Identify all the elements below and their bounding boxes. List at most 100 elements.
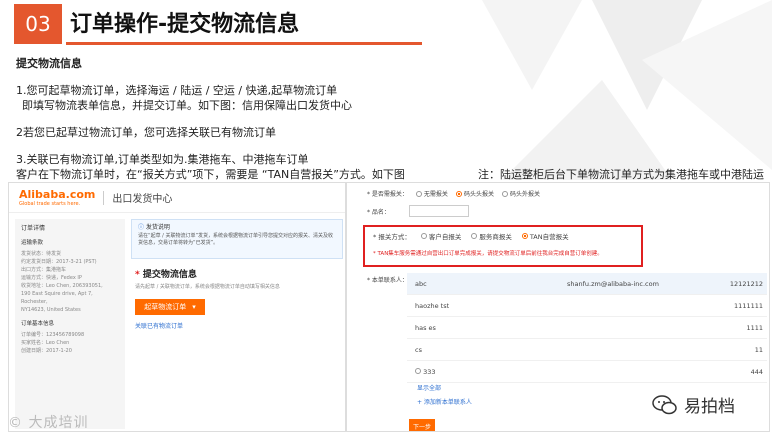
paragraph-3-line-a: 3.关联已有物流订单,订单类型如为.集港拖车、中港拖车订单 [16, 153, 309, 166]
alibaba-header: Alibaba.com Global trade starts here. 出口… [9, 183, 345, 213]
contact-label: * 本单联系人： [367, 277, 408, 284]
contact-name: haozhe tst [415, 301, 450, 310]
contact-name: cs [415, 345, 422, 354]
sidebar-title: 订单详情 [21, 225, 46, 232]
contact-name: has es [415, 323, 436, 332]
add-contact-link[interactable]: + 添加新本单联系人 [417, 397, 472, 406]
radio-self-customs[interactable]: 客户自报关 [420, 231, 462, 241]
order-detail-sidebar: 订单详情 运输条款 发货状态：待发货 约定发货日期：2017-3-21 (PST… [15, 219, 125, 429]
left-screenshot: Alibaba.com Global trade starts here. 出口… [8, 182, 346, 432]
radio-provider-customs[interactable]: 服务商报关 [471, 231, 512, 241]
sidebar-item: 买家姓名：Leo Chen [21, 340, 70, 346]
info-icon: ⓘ [138, 224, 146, 231]
customs-need-label: * 是否需报关： [367, 191, 408, 198]
radio-label: 客户自报关 [428, 233, 462, 241]
brand-text: 易拍档 [684, 397, 735, 417]
submit-title-text: 提交物流信息 [142, 270, 197, 280]
radio-icon [415, 190, 422, 197]
radio-label: 码头头报关 [463, 191, 494, 198]
note-text: 注：陆运整柜后台下单物流订单方式为集港拖车或中港陆运 [478, 168, 764, 181]
notice-title-text: 发货说明 [145, 224, 170, 231]
contact-phone: 1111 [746, 323, 763, 332]
paragraph-3-line-b-row: 客户在下物流订单时，在“报关方式”项下，需要是 “TAN自营报关”方式。如下图 … [16, 167, 764, 182]
product-name-label: * 品名： [367, 209, 390, 216]
next-step-button[interactable]: 下一步 [409, 419, 435, 431]
radio-selected-icon [521, 233, 528, 239]
notice-body: 请在“起草 / 关联物流订单”发货，系统会根据物流订单引导您提交对应的报关、清关… [138, 233, 334, 246]
paragraph-3: 3.关联已有物流订单,订单类型如为.集港拖车、中港拖车订单 客户在下物流订单时，… [16, 152, 772, 182]
tan-warning: * TAN集车服务需通过自营出口订单完成报关，请提交物流订单后前往我台完成自营订… [373, 251, 603, 257]
submit-title: * 提交物流信息 [135, 270, 197, 280]
product-name-input[interactable] [409, 205, 469, 217]
contact-phone: 12121212 [729, 279, 763, 288]
show-all-link[interactable]: 显示全部 [417, 383, 441, 392]
contact-name: 333 [423, 367, 436, 376]
customs-method-row: * 报关方式： 客户自报关 服务商报关 TAN自营报关 [373, 231, 633, 241]
section-subtitle: 提交物流信息 [16, 57, 82, 70]
radio-no-customs[interactable]: 无需报关 [415, 189, 448, 198]
radio-outside-customs[interactable]: 码头外报关 [501, 189, 540, 198]
contact-phone: 444 [750, 367, 763, 376]
sidebar-section-shipping: 运输条款 [21, 240, 44, 246]
logo-text: Alibaba.com [19, 188, 96, 201]
contact-row[interactable]: cs 11 [407, 339, 767, 361]
sidebar-item: 创建日期：2017-1-20 [21, 348, 72, 354]
slide-title: 订单操作-提交物流信息 [70, 12, 300, 37]
radio-icon [471, 233, 478, 239]
sidebar-item: 运输方式：快递，Fedex IP [21, 275, 82, 281]
draft-button-label: 起草物流订单 [144, 303, 187, 311]
radio-icon [420, 233, 427, 239]
radio-label: 码头外报关 [509, 191, 540, 198]
sidebar-item: 190 East Squire drive, Apt 7, Rochester, [21, 291, 93, 305]
contact-row[interactable]: 333 444 [407, 361, 767, 383]
radio-tan-customs[interactable]: TAN自营报关 [521, 231, 569, 241]
paragraph-1-line-a: 1.您可起草物流订单，选择海运 / 陆运 / 空运 / 快递,起草物流订单 [16, 84, 338, 97]
contact-name: abc [415, 279, 427, 288]
contact-row[interactable]: haozhe tst 1111111 [407, 295, 767, 317]
chevron-down-icon: ▾ [192, 303, 196, 311]
sidebar-item: 订单编号：123456789098 [21, 332, 85, 338]
watermark: © 大成培训 [8, 412, 88, 432]
paragraph-1-line-b: 即填写物流表单信息，并提交订单。如下图：信用保障出口发货中心 [22, 99, 352, 112]
contact-row[interactable]: abc shanfu.zm@alibaba-inc.com 12121212 [407, 273, 767, 295]
contact-row[interactable]: has es 1111 [407, 317, 767, 339]
radio-dock-customs[interactable]: 码头头报关 [455, 189, 494, 198]
radio-icon [415, 367, 421, 374]
contact-list: abc shanfu.zm@alibaba-inc.com 12121212 hao… [407, 273, 767, 383]
notice-title: ⓘ 发货说明 [138, 224, 336, 231]
brand-watermark: 易拍档 [652, 392, 735, 417]
draft-logistics-order-button[interactable]: 起草物流订单 ▾ [135, 299, 205, 315]
sidebar-item: 出口方式：集港拖车 [21, 267, 67, 273]
sidebar-item: 收货地址：Leo Chen, 206393051, [21, 283, 103, 289]
wechat-icon [652, 394, 677, 414]
contact-phone: 1111111 [734, 301, 763, 310]
radio-label: 服务商报关 [479, 233, 512, 241]
radio-label: TAN自营报关 [529, 233, 569, 241]
customs-need-row: * 是否需报关： 无需报关 码头头报关 码头外报关 [367, 189, 540, 198]
slide-number: 03 [14, 4, 62, 44]
contact-name-with-radio: 333 [407, 367, 567, 376]
center-title: 出口发货中心 [112, 194, 173, 205]
intro-text: 提交物流信息 1.您可起草物流订单，选择海运 / 陆运 / 空运 / 快递,起草… [16, 56, 772, 194]
paragraph-2: 2若您已起草过物流订单，您可选择关联已有物流订单 [16, 126, 276, 139]
shipping-notice: ⓘ 发货说明 请在“起草 / 关联物流订单”发货，系统会根据物流订单引导您提交对… [131, 219, 343, 259]
customs-method-highlight: * 报关方式： 客户自报关 服务商报关 TAN自营报关 * TAN集车服务需通过… [363, 225, 643, 267]
sidebar-item: 约定发货日期：2017-3-21 (PST) [21, 259, 97, 265]
link-existing-order-link[interactable]: 关联已有物流订单 [135, 321, 343, 330]
customs-method-label: * 报关方式： [373, 233, 411, 241]
header-divider [103, 190, 105, 205]
submit-logistics-section: * 提交物流信息 请先起草 / 关联物流订单，系统会根据物流订单自动填写相关信息… [131, 267, 343, 330]
main-content: ⓘ 发货说明 请在“起草 / 关联物流订单”发货，系统会根据物流订单引导您提交对… [131, 219, 343, 330]
paragraph-1: 1.您可起草物流订单，选择海运 / 陆运 / 空运 / 快递,起草物流订单 即填… [16, 83, 772, 113]
alibaba-logo[interactable]: Alibaba.com Global trade starts here. [19, 188, 95, 207]
submit-description: 请先起草 / 关联物流订单，系统会根据物流订单自动填写相关信息 [135, 284, 280, 290]
radio-icon [501, 190, 508, 197]
sidebar-item: 发货状态：待发货 [21, 251, 62, 257]
radio-selected-icon [455, 190, 462, 197]
watermark-text: 大成培训 [28, 415, 89, 431]
radio-label: 无需报关 [423, 191, 448, 198]
contact-email: shanfu.zm@alibaba-inc.com [567, 279, 659, 288]
title-underline [66, 42, 422, 45]
sidebar-section-order: 订单基本信息 [21, 321, 55, 327]
copyright-icon: © [8, 415, 29, 431]
